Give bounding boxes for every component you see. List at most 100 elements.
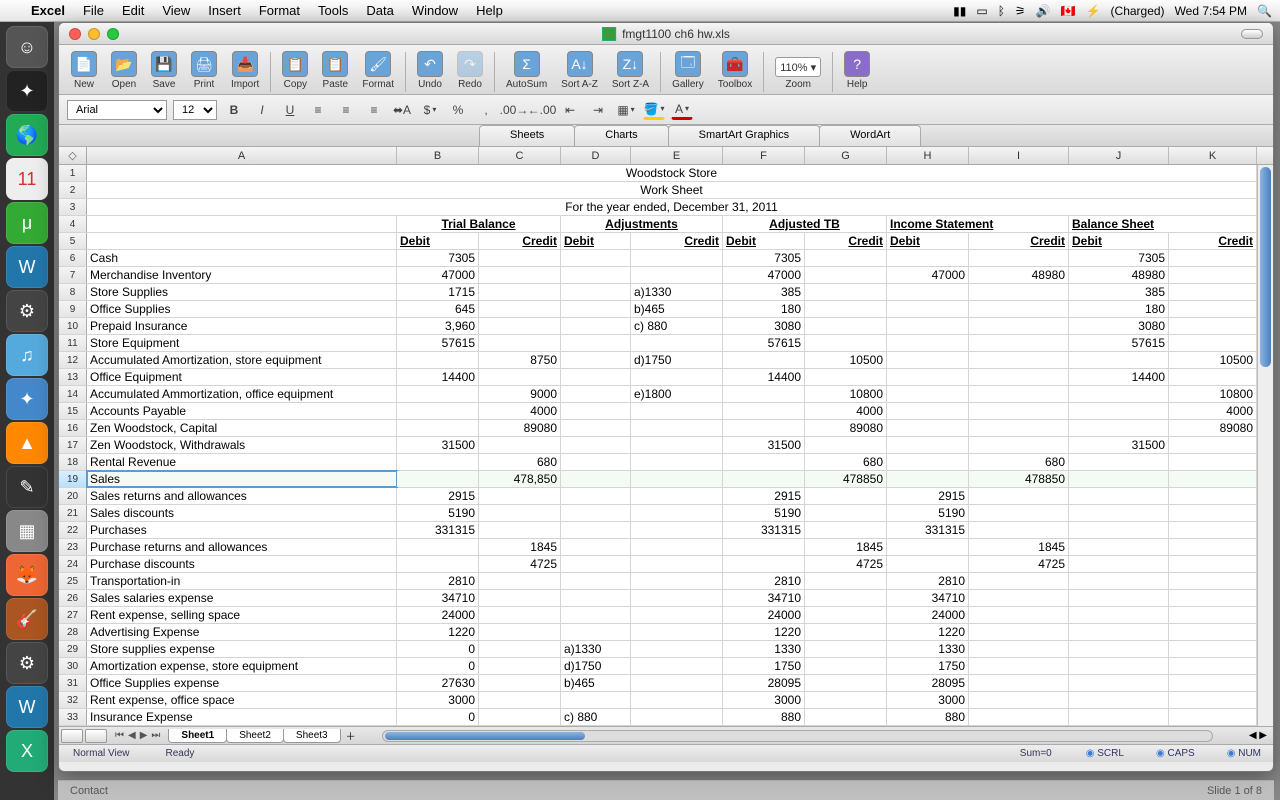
cell[interactable]: Sales bbox=[87, 471, 397, 487]
cell[interactable] bbox=[631, 335, 723, 351]
cell[interactable]: 1845 bbox=[805, 539, 887, 555]
cell[interactable]: Accounts Payable bbox=[87, 403, 397, 419]
ribbon-tab-sheets[interactable]: Sheets bbox=[479, 125, 575, 146]
zoom-icon[interactable] bbox=[107, 28, 119, 40]
cell[interactable]: Credit bbox=[631, 233, 723, 249]
cell[interactable]: 10500 bbox=[1169, 352, 1257, 368]
cell[interactable] bbox=[969, 318, 1069, 334]
cell[interactable] bbox=[1069, 539, 1169, 555]
cell[interactable] bbox=[1169, 505, 1257, 521]
next-sheet-button[interactable]: ▶ bbox=[140, 730, 148, 741]
cell[interactable]: 47000 bbox=[397, 267, 479, 283]
row-32[interactable]: 32Rent expense, office space300030003000 bbox=[59, 692, 1273, 709]
cell[interactable] bbox=[87, 233, 397, 249]
cell[interactable]: Purchase discounts bbox=[87, 556, 397, 572]
cell[interactable] bbox=[887, 335, 969, 351]
cell[interactable] bbox=[1069, 471, 1169, 487]
cell[interactable]: 8750 bbox=[479, 352, 561, 368]
cell[interactable]: 1330 bbox=[887, 641, 969, 657]
cell[interactable]: Sales discounts bbox=[87, 505, 397, 521]
cell[interactable]: 2810 bbox=[887, 573, 969, 589]
dock-system-icon[interactable]: ⚙ bbox=[6, 290, 48, 332]
row-18[interactable]: 18Rental Revenue680680680 bbox=[59, 454, 1273, 471]
menu-data[interactable]: Data bbox=[357, 3, 402, 18]
row-19[interactable]: 19Sales478,850478850478850 bbox=[59, 471, 1273, 488]
row-header[interactable]: 21 bbox=[59, 505, 87, 521]
cell[interactable] bbox=[1169, 437, 1257, 453]
cell[interactable] bbox=[631, 454, 723, 470]
cell[interactable] bbox=[1169, 573, 1257, 589]
cell[interactable]: 28095 bbox=[887, 675, 969, 691]
cell[interactable]: Office Supplies bbox=[87, 301, 397, 317]
cell[interactable]: Debit bbox=[561, 233, 631, 249]
cell[interactable] bbox=[723, 386, 805, 402]
cell[interactable] bbox=[969, 607, 1069, 623]
cell[interactable]: d)1750 bbox=[631, 352, 723, 368]
cell[interactable] bbox=[969, 590, 1069, 606]
dock-itunes-icon[interactable]: ♫ bbox=[6, 334, 48, 376]
cell[interactable] bbox=[969, 352, 1069, 368]
cell[interactable]: 478,850 bbox=[479, 471, 561, 487]
cell[interactable]: 31500 bbox=[397, 437, 479, 453]
row-33[interactable]: 33Insurance Expense0c) 880880880 bbox=[59, 709, 1273, 726]
row-20[interactable]: 20Sales returns and allowances2915291529… bbox=[59, 488, 1273, 505]
cell[interactable]: 1220 bbox=[723, 624, 805, 640]
cell[interactable]: Sales salaries expense bbox=[87, 590, 397, 606]
cell[interactable]: 4000 bbox=[1169, 403, 1257, 419]
cell[interactable] bbox=[887, 437, 969, 453]
cell[interactable] bbox=[1169, 539, 1257, 555]
cell[interactable] bbox=[561, 692, 631, 708]
toolbar-pill-icon[interactable] bbox=[1241, 29, 1263, 39]
app-name[interactable]: Excel bbox=[22, 3, 74, 18]
minimize-icon[interactable] bbox=[88, 28, 100, 40]
dock-gear-icon[interactable]: ⚙ bbox=[6, 642, 48, 684]
cell[interactable]: Office Equipment bbox=[87, 369, 397, 385]
cell[interactable] bbox=[631, 505, 723, 521]
cell[interactable]: Debit bbox=[1069, 233, 1169, 249]
cell[interactable] bbox=[631, 658, 723, 674]
cell[interactable]: Adjustments bbox=[561, 216, 723, 232]
cell[interactable] bbox=[1069, 709, 1169, 725]
vertical-scrollbar[interactable] bbox=[1257, 165, 1273, 726]
dock-word-icon[interactable]: W bbox=[6, 246, 48, 288]
cell[interactable] bbox=[887, 284, 969, 300]
cell[interactable] bbox=[631, 607, 723, 623]
cell[interactable] bbox=[969, 675, 1069, 691]
cell[interactable]: 880 bbox=[887, 709, 969, 725]
cell[interactable] bbox=[1169, 522, 1257, 538]
bold-button[interactable]: B bbox=[223, 100, 245, 120]
cell[interactable] bbox=[631, 488, 723, 504]
cell[interactable] bbox=[969, 692, 1069, 708]
cell[interactable]: 331315 bbox=[397, 522, 479, 538]
cell[interactable]: 10800 bbox=[1169, 386, 1257, 402]
cell[interactable] bbox=[805, 318, 887, 334]
zoom-select[interactable]: 110% ▾ bbox=[775, 57, 821, 77]
row-4[interactable]: 4Trial BalanceAdjustmentsAdjusted TBInco… bbox=[59, 216, 1273, 233]
normal-view-button[interactable] bbox=[61, 729, 83, 743]
copy-button[interactable]: 📋Copy bbox=[276, 49, 314, 92]
cell[interactable] bbox=[561, 624, 631, 640]
toolbox-button[interactable]: 🧰Toolbox bbox=[712, 49, 758, 92]
cell[interactable]: Zen Woodstock, Capital bbox=[87, 420, 397, 436]
row-header[interactable]: 25 bbox=[59, 573, 87, 589]
cell[interactable] bbox=[479, 250, 561, 266]
comma-button[interactable]: , bbox=[475, 100, 497, 120]
cell[interactable]: 48980 bbox=[1069, 267, 1169, 283]
cell[interactable]: Accumulated Ammortization, office equipm… bbox=[87, 386, 397, 402]
cell[interactable] bbox=[479, 301, 561, 317]
cell[interactable]: 0 bbox=[397, 658, 479, 674]
cell[interactable] bbox=[479, 624, 561, 640]
cell[interactable] bbox=[805, 624, 887, 640]
inc-decimal-button[interactable]: .00→ bbox=[503, 100, 525, 120]
ribbon-tab-charts[interactable]: Charts bbox=[574, 125, 668, 146]
italic-button[interactable]: I bbox=[251, 100, 273, 120]
cell[interactable]: Zen Woodstock, Withdrawals bbox=[87, 437, 397, 453]
cell[interactable]: Debit bbox=[397, 233, 479, 249]
cell[interactable] bbox=[805, 437, 887, 453]
cell[interactable]: 3080 bbox=[723, 318, 805, 334]
cell[interactable]: d)1750 bbox=[561, 658, 631, 674]
cell[interactable]: Credit bbox=[969, 233, 1069, 249]
row-11[interactable]: 11Store Equipment576155761557615 bbox=[59, 335, 1273, 352]
fill-color-button[interactable]: 🪣 bbox=[643, 100, 665, 120]
cell[interactable]: 2915 bbox=[887, 488, 969, 504]
